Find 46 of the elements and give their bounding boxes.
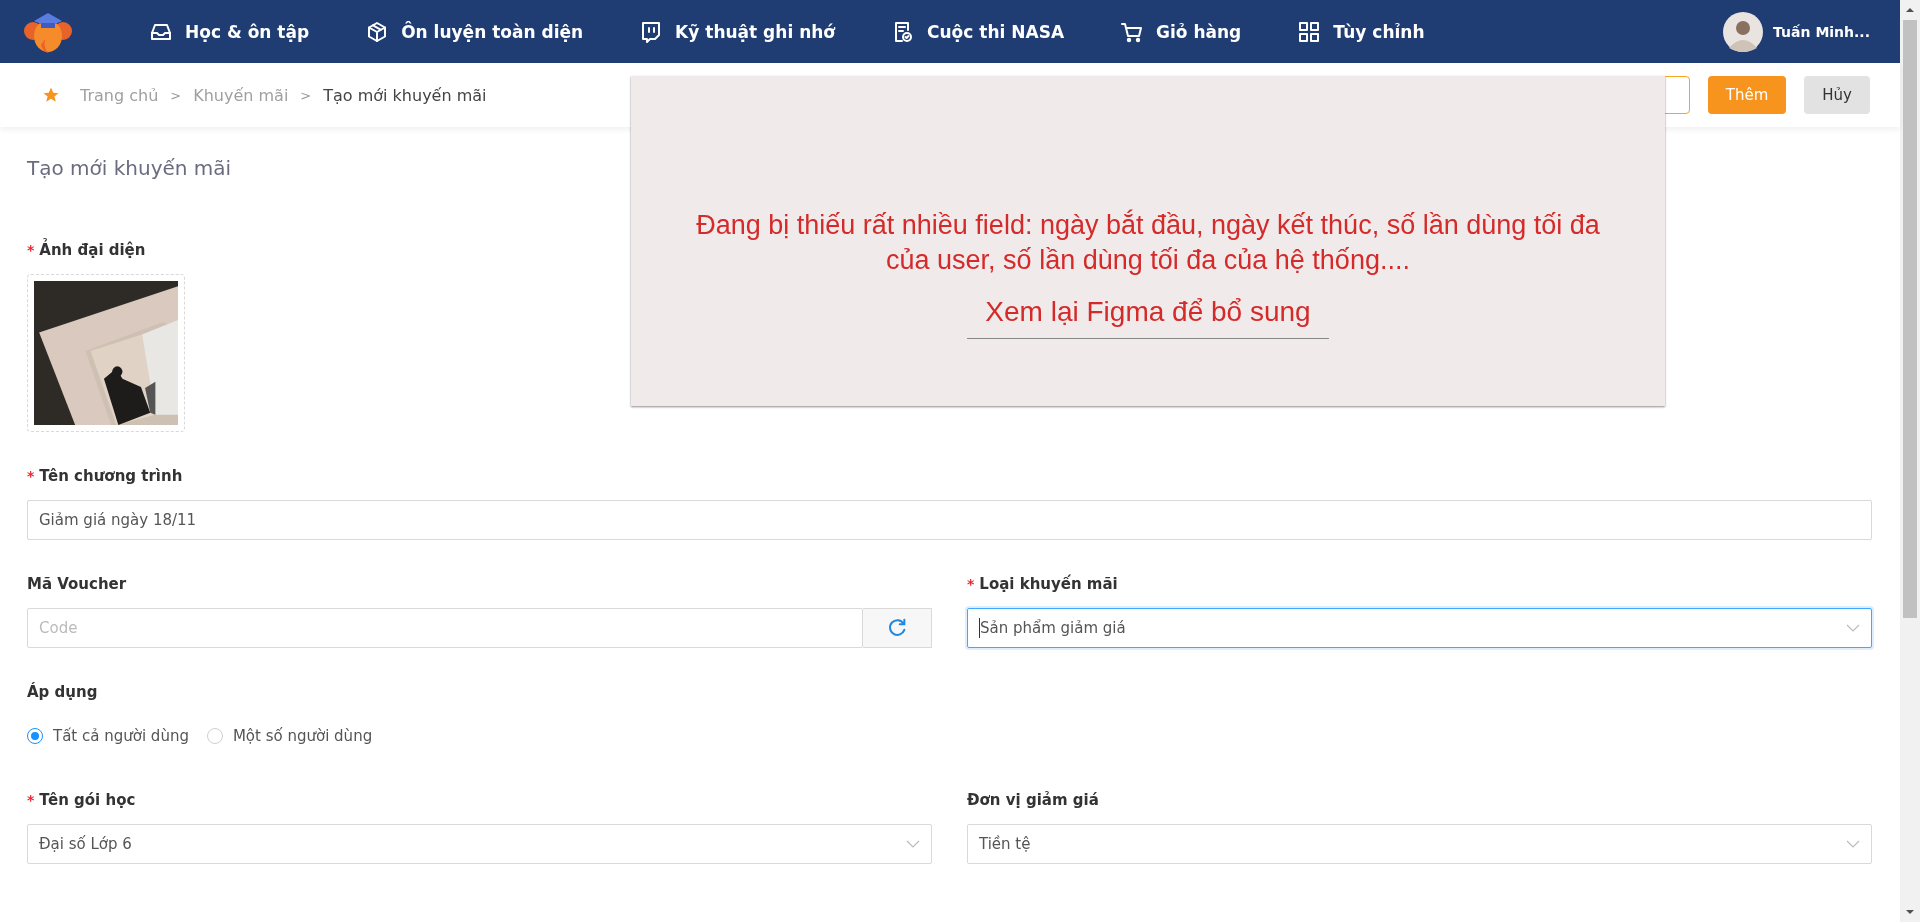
select-field[interactable]: Đại số Lớp 6 [27, 824, 932, 864]
nav-link[interactable]: Học & ôn tập [149, 19, 310, 44]
radio-label: Tất cả người dùng [53, 727, 189, 745]
breadcrumb-link[interactable]: Tạo mới khuyến mãi [323, 85, 487, 105]
required-asterisk: * [27, 468, 35, 484]
refresh-icon [886, 617, 908, 639]
nav-link[interactable]: Kỹ thuật ghi nhớ [639, 19, 836, 44]
page-title: Tạo mới khuyến mãi [27, 155, 233, 182]
breadcrumb-separator: > [300, 87, 312, 103]
nav-link[interactable]: Tùy chỉnh [1297, 19, 1425, 44]
user-name[interactable]: Tuấn Minh... [1773, 23, 1870, 40]
chevron-down-icon [1846, 624, 1860, 632]
avatar-icon[interactable] [1723, 11, 1764, 52]
image-upload[interactable] [27, 274, 185, 432]
scrollbar[interactable] [1900, 0, 1920, 922]
review-note-text: Đang bị thiếu rất nhiều field: ngày bắt đầu, ngày kết thúc, số lần dùng tối đa của user, số lần dùng tối đa của hệ thống.... [695, 208, 1601, 277]
required-asterisk: * [27, 242, 35, 258]
nav-link[interactable]: Ôn luyện toàn diện [365, 19, 584, 44]
field-label: Loại khuyến mãi [979, 575, 1118, 593]
voucher-code-field[interactable]: Code [27, 608, 863, 648]
scroll-down-icon[interactable] [1905, 907, 1915, 917]
required-asterisk: * [27, 792, 35, 808]
breadcrumb-separator: > [170, 87, 182, 103]
field-label: Tên gói học [39, 791, 136, 809]
figma-review-link[interactable]: Xem lại Figma để bổ sung [967, 296, 1329, 339]
scroll-up-icon[interactable] [1905, 5, 1915, 15]
grid-icon [1297, 19, 1322, 44]
field-label: Đơn vị giảm giá [967, 791, 1099, 809]
field-label: Áp dụng [27, 683, 98, 701]
field-label: Tên chương trình [39, 467, 183, 485]
nav-link[interactable]: Giỏ hàng [1120, 19, 1242, 44]
radio-option[interactable]: Tất cả người dùng [27, 727, 189, 745]
chevron-down-icon [906, 840, 920, 848]
select-field[interactable]: Sản phẩm giảm giá [967, 608, 1872, 648]
text-field[interactable]: Giảm giá ngày 18/11 [27, 500, 1872, 540]
scrollbar-thumb[interactable] [1903, 20, 1917, 618]
radio-label: Một số người dùng [232, 727, 373, 745]
chevron-down-icon [1846, 840, 1860, 848]
radio-option[interactable]: Một số người dùng [206, 727, 373, 745]
cancel-button[interactable]: Hủy [1804, 76, 1870, 114]
required-asterisk: * [967, 576, 975, 592]
star-icon [42, 86, 60, 104]
refresh-button[interactable] [863, 608, 932, 648]
select-field[interactable]: Tiền tệ [967, 824, 1872, 864]
nav-link[interactable]: Cuộc thi NASA [891, 19, 1065, 44]
field-label: Mã Voucher [27, 575, 127, 593]
